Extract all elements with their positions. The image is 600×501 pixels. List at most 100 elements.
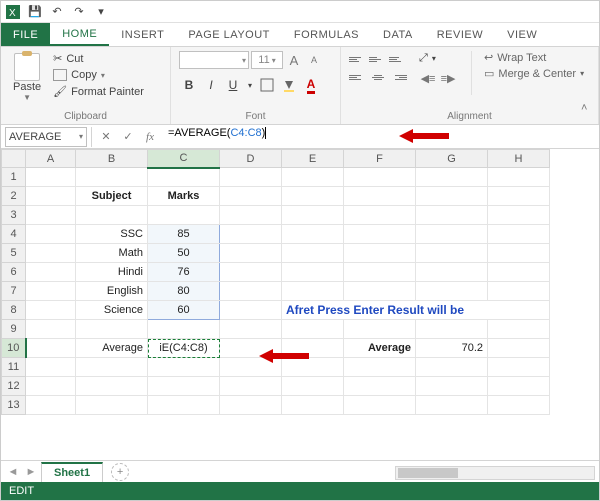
cell-C5[interactable]: 50 <box>148 244 220 263</box>
cell-A1[interactable] <box>26 168 76 187</box>
name-box[interactable]: AVERAGE▾ <box>5 127 87 147</box>
redo-icon[interactable]: ↷ <box>71 4 87 20</box>
cell-A11[interactable] <box>26 358 76 377</box>
col-header-F[interactable]: F <box>344 150 416 168</box>
underline-button[interactable]: U <box>223 75 243 95</box>
cell-A7[interactable] <box>26 282 76 301</box>
cell-C13[interactable] <box>148 396 220 415</box>
cell-E1[interactable] <box>282 168 344 187</box>
formula-input[interactable]: =AVERAGE(C4:C8) <box>164 127 599 147</box>
cell-A8[interactable] <box>26 301 76 320</box>
cell-H9[interactable] <box>488 320 550 339</box>
cell-D2[interactable] <box>220 187 282 206</box>
cell-F12[interactable] <box>344 377 416 396</box>
save-icon[interactable]: 💾 <box>27 4 43 20</box>
cell-G5[interactable] <box>416 244 488 263</box>
cell-B3[interactable] <box>76 206 148 225</box>
enter-formula-button[interactable]: ✓ <box>118 127 138 147</box>
cell-D3[interactable] <box>220 206 282 225</box>
cell-G13[interactable] <box>416 396 488 415</box>
cell-B4[interactable]: SSC <box>76 225 148 244</box>
cut-button[interactable]: ✂Cut <box>51 51 146 66</box>
cell-B8[interactable]: Science <box>76 301 148 320</box>
align-bottom-button[interactable] <box>389 51 407 67</box>
align-left-button[interactable] <box>349 69 367 85</box>
row-header-12[interactable]: 12 <box>2 377 26 396</box>
cell-G9[interactable] <box>416 320 488 339</box>
cell-B12[interactable] <box>76 377 148 396</box>
cell-C9[interactable] <box>148 320 220 339</box>
cell-C8[interactable]: 60 <box>148 301 220 320</box>
cell-E4[interactable] <box>282 225 344 244</box>
decrease-indent-button[interactable]: ◀≡ <box>419 69 437 87</box>
cell-G6[interactable] <box>416 263 488 282</box>
align-center-button[interactable] <box>369 69 387 85</box>
cell-H7[interactable] <box>488 282 550 301</box>
col-header-H[interactable]: H <box>488 150 550 168</box>
cell-G3[interactable] <box>416 206 488 225</box>
cell-B2[interactable]: Subject <box>76 187 148 206</box>
fill-color-button[interactable] <box>279 75 299 95</box>
cell-G7[interactable] <box>416 282 488 301</box>
cell-D8[interactable] <box>220 301 282 320</box>
cell-B7[interactable]: English <box>76 282 148 301</box>
orientation-button[interactable]: ⤢▾ <box>417 51 459 66</box>
cell-E8[interactable]: Afret Press Enter Result will be <box>282 301 550 320</box>
cell-B10[interactable]: Average <box>76 339 148 358</box>
row-header-4[interactable]: 4 <box>2 225 26 244</box>
undo-icon[interactable]: ↶ <box>49 4 65 20</box>
cell-F4[interactable] <box>344 225 416 244</box>
cell-D4[interactable] <box>220 225 282 244</box>
col-header-D[interactable]: D <box>220 150 282 168</box>
cell-F7[interactable] <box>344 282 416 301</box>
cell-D13[interactable] <box>220 396 282 415</box>
bold-button[interactable]: B <box>179 75 199 95</box>
merge-center-button[interactable]: ▭Merge & Center▾ <box>484 67 584 80</box>
cell-A12[interactable] <box>26 377 76 396</box>
format-painter-button[interactable]: 🖌Format Painter <box>51 84 146 99</box>
cell-C2[interactable]: Marks <box>148 187 220 206</box>
shrink-font-button[interactable]: A <box>305 51 323 69</box>
cell-E13[interactable] <box>282 396 344 415</box>
cell-F13[interactable] <box>344 396 416 415</box>
new-sheet-button[interactable]: + <box>111 463 129 481</box>
cell-F11[interactable] <box>344 358 416 377</box>
tab-formulas[interactable]: FORMULAS <box>282 23 371 46</box>
insert-function-button[interactable]: fx <box>140 127 160 147</box>
row-header-10[interactable]: 10 <box>2 339 26 358</box>
row-header-7[interactable]: 7 <box>2 282 26 301</box>
horizontal-scrollbar[interactable] <box>395 466 595 480</box>
cell-H2[interactable] <box>488 187 550 206</box>
cell-A10[interactable] <box>26 339 76 358</box>
row-header-13[interactable]: 13 <box>2 396 26 415</box>
paste-button[interactable]: Paste ▼ <box>9 51 45 104</box>
cell-H11[interactable] <box>488 358 550 377</box>
cell-E3[interactable] <box>282 206 344 225</box>
cell-B9[interactable] <box>76 320 148 339</box>
cell-H1[interactable] <box>488 168 550 187</box>
tab-data[interactable]: DATA <box>371 23 425 46</box>
col-header-G[interactable]: G <box>416 150 488 168</box>
cell-E5[interactable] <box>282 244 344 263</box>
cell-H12[interactable] <box>488 377 550 396</box>
cell-H10[interactable] <box>488 339 550 358</box>
select-all-corner[interactable] <box>2 150 26 168</box>
ribbon-collapse-icon[interactable]: ˄ <box>581 102 595 116</box>
cell-E2[interactable] <box>282 187 344 206</box>
col-header-B[interactable]: B <box>76 150 148 168</box>
italic-button[interactable]: I <box>201 75 221 95</box>
cell-F3[interactable] <box>344 206 416 225</box>
sheet-nav-prev[interactable]: ◄ <box>5 464 21 480</box>
cell-C6[interactable]: 76 <box>148 263 220 282</box>
col-header-E[interactable]: E <box>282 150 344 168</box>
cell-A2[interactable] <box>26 187 76 206</box>
cell-H13[interactable] <box>488 396 550 415</box>
cell-E6[interactable] <box>282 263 344 282</box>
cell-A5[interactable] <box>26 244 76 263</box>
row-header-6[interactable]: 6 <box>2 263 26 282</box>
cell-A3[interactable] <box>26 206 76 225</box>
tab-view[interactable]: VIEW <box>495 23 549 46</box>
cell-F5[interactable] <box>344 244 416 263</box>
cell-C10[interactable]: iE(C4:C8) <box>148 339 220 358</box>
underline-menu-icon[interactable]: ▾ <box>245 75 255 95</box>
